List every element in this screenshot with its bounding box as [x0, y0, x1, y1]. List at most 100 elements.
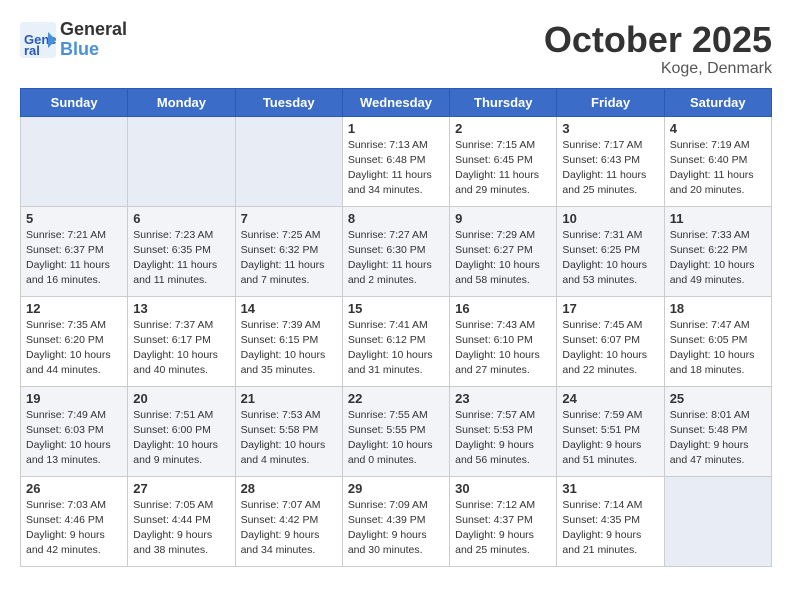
day-info: Sunrise: 7:39 AMSunset: 6:15 PMDaylight:…: [241, 318, 337, 379]
day-info: Sunrise: 7:23 AMSunset: 6:35 PMDaylight:…: [133, 228, 229, 289]
calendar-cell: 6 Sunrise: 7:23 AMSunset: 6:35 PMDaylight…: [128, 206, 235, 296]
calendar-body: 1 Sunrise: 7:13 AMSunset: 6:48 PMDaylight…: [21, 116, 772, 566]
calendar-cell: 28 Sunrise: 7:07 AMSunset: 4:42 PMDayligh…: [235, 476, 342, 566]
calendar-week-row: 26 Sunrise: 7:03 AMSunset: 4:46 PMDayligh…: [21, 476, 772, 566]
weekday-header: Saturday: [664, 88, 771, 116]
day-number: 6: [133, 211, 229, 226]
day-info: Sunrise: 7:29 AMSunset: 6:27 PMDaylight:…: [455, 228, 551, 289]
day-number: 31: [562, 481, 658, 496]
calendar-cell: 18 Sunrise: 7:47 AMSunset: 6:05 PMDayligh…: [664, 296, 771, 386]
day-number: 14: [241, 301, 337, 316]
calendar-cell: 3Sunrise: 7:17 AMSunset: 6:43 PMDaylight…: [557, 116, 664, 206]
calendar-cell: 22Sunrise: 7:55 AMSunset: 5:55 PMDayligh…: [342, 386, 449, 476]
calendar-table: SundayMondayTuesdayWednesdayThursdayFrid…: [20, 88, 772, 567]
calendar-subtitle: Koge, Denmark: [544, 60, 772, 78]
day-info: Sunrise: 7:13 AMSunset: 6:48 PMDaylight:…: [348, 138, 444, 199]
calendar-cell: 31 Sunrise: 7:14 AMSunset: 4:35 PMDayligh…: [557, 476, 664, 566]
logo-line2: Blue: [60, 40, 127, 60]
calendar-cell: 17Sunrise: 7:45 AMSunset: 6:07 PMDayligh…: [557, 296, 664, 386]
logo: Gene ral General Blue: [20, 20, 127, 60]
calendar-title: October 2025: [544, 20, 772, 60]
day-number: 1: [348, 121, 444, 136]
day-info: Sunrise: 7:19 AMSunset: 6:40 PMDaylight:…: [670, 138, 766, 199]
calendar-cell: 14 Sunrise: 7:39 AMSunset: 6:15 PMDayligh…: [235, 296, 342, 386]
calendar-cell: 7 Sunrise: 7:25 AMSunset: 6:32 PMDaylight…: [235, 206, 342, 296]
calendar-cell: [21, 116, 128, 206]
calendar-week-row: 5 Sunrise: 7:21 AMSunset: 6:37 PMDaylight…: [21, 206, 772, 296]
day-info: Sunrise: 7:35 AMSunset: 6:20 PMDaylight:…: [26, 318, 122, 379]
day-number: 18: [670, 301, 766, 316]
day-number: 8: [348, 211, 444, 226]
calendar-week-row: 1 Sunrise: 7:13 AMSunset: 6:48 PMDaylight…: [21, 116, 772, 206]
calendar-cell: 9 Sunrise: 7:29 AMSunset: 6:27 PMDaylight…: [450, 206, 557, 296]
day-info: Sunrise: 7:53 AMSunset: 5:58 PMDaylight:…: [241, 408, 337, 469]
day-number: 2: [455, 121, 551, 136]
calendar-cell: 24Sunrise: 7:59 AMSunset: 5:51 PMDayligh…: [557, 386, 664, 476]
calendar-week-row: 19Sunrise: 7:49 AMSunset: 6:03 PMDayligh…: [21, 386, 772, 476]
day-info: Sunrise: 7:55 AMSunset: 5:55 PMDaylight:…: [348, 408, 444, 469]
day-info: Sunrise: 7:33 AMSunset: 6:22 PMDaylight:…: [670, 228, 766, 289]
calendar-week-row: 12Sunrise: 7:35 AMSunset: 6:20 PMDayligh…: [21, 296, 772, 386]
day-info: Sunrise: 7:03 AMSunset: 4:46 PMDaylight:…: [26, 498, 122, 559]
day-info: Sunrise: 7:59 AMSunset: 5:51 PMDaylight:…: [562, 408, 658, 469]
day-info: Sunrise: 7:47 AMSunset: 6:05 PMDaylight:…: [670, 318, 766, 379]
day-number: 30: [455, 481, 551, 496]
calendar-cell: 19Sunrise: 7:49 AMSunset: 6:03 PMDayligh…: [21, 386, 128, 476]
weekday-header: Friday: [557, 88, 664, 116]
day-info: Sunrise: 7:25 AMSunset: 6:32 PMDaylight:…: [241, 228, 337, 289]
day-number: 19: [26, 391, 122, 406]
day-number: 29: [348, 481, 444, 496]
calendar-cell: 8Sunrise: 7:27 AMSunset: 6:30 PMDaylight…: [342, 206, 449, 296]
calendar-cell: 21Sunrise: 7:53 AMSunset: 5:58 PMDayligh…: [235, 386, 342, 476]
weekday-row: SundayMondayTuesdayWednesdayThursdayFrid…: [21, 88, 772, 116]
calendar-cell: 16 Sunrise: 7:43 AMSunset: 6:10 PMDayligh…: [450, 296, 557, 386]
day-number: 5: [26, 211, 122, 226]
calendar-cell: 30Sunrise: 7:12 AMSunset: 4:37 PMDayligh…: [450, 476, 557, 566]
calendar-cell: 27Sunrise: 7:05 AMSunset: 4:44 PMDayligh…: [128, 476, 235, 566]
calendar-cell: 11 Sunrise: 7:33 AMSunset: 6:22 PMDayligh…: [664, 206, 771, 296]
day-info: Sunrise: 7:21 AMSunset: 6:37 PMDaylight:…: [26, 228, 122, 289]
calendar-cell: 13 Sunrise: 7:37 AMSunset: 6:17 PMDayligh…: [128, 296, 235, 386]
day-number: 20: [133, 391, 229, 406]
calendar-header: SundayMondayTuesdayWednesdayThursdayFrid…: [21, 88, 772, 116]
calendar-cell: 15Sunrise: 7:41 AMSunset: 6:12 PMDayligh…: [342, 296, 449, 386]
calendar-cell: 26 Sunrise: 7:03 AMSunset: 4:46 PMDayligh…: [21, 476, 128, 566]
day-number: 11: [670, 211, 766, 226]
calendar-cell: 29Sunrise: 7:09 AMSunset: 4:39 PMDayligh…: [342, 476, 449, 566]
weekday-header: Thursday: [450, 88, 557, 116]
day-number: 4: [670, 121, 766, 136]
day-number: 3: [562, 121, 658, 136]
day-number: 28: [241, 481, 337, 496]
logo-text: General Blue: [60, 20, 127, 60]
calendar-cell: 10 Sunrise: 7:31 AMSunset: 6:25 PMDayligh…: [557, 206, 664, 296]
day-info: Sunrise: 7:41 AMSunset: 6:12 PMDaylight:…: [348, 318, 444, 379]
day-number: 13: [133, 301, 229, 316]
calendar-cell: [128, 116, 235, 206]
page: Gene ral General Blue October 2025 Koge,…: [0, 0, 792, 577]
day-info: Sunrise: 7:37 AMSunset: 6:17 PMDaylight:…: [133, 318, 229, 379]
calendar-cell: 23Sunrise: 7:57 AMSunset: 5:53 PMDayligh…: [450, 386, 557, 476]
day-number: 10: [562, 211, 658, 226]
calendar-cell: 20 Sunrise: 7:51 AMSunset: 6:00 PMDayligh…: [128, 386, 235, 476]
weekday-header: Sunday: [21, 88, 128, 116]
day-number: 26: [26, 481, 122, 496]
logo-line1: General: [60, 20, 127, 40]
day-info: Sunrise: 7:51 AMSunset: 6:00 PMDaylight:…: [133, 408, 229, 469]
day-number: 9: [455, 211, 551, 226]
header: Gene ral General Blue October 2025 Koge,…: [20, 20, 772, 78]
svg-text:ral: ral: [24, 43, 40, 58]
weekday-header: Wednesday: [342, 88, 449, 116]
logo-icon: Gene ral: [20, 22, 56, 58]
day-info: Sunrise: 7:15 AMSunset: 6:45 PMDaylight:…: [455, 138, 551, 199]
day-info: Sunrise: 7:07 AMSunset: 4:42 PMDaylight:…: [241, 498, 337, 559]
weekday-header: Monday: [128, 88, 235, 116]
day-info: Sunrise: 7:05 AMSunset: 4:44 PMDaylight:…: [133, 498, 229, 559]
title-block: October 2025 Koge, Denmark: [544, 20, 772, 78]
calendar-cell: 4 Sunrise: 7:19 AMSunset: 6:40 PMDaylight…: [664, 116, 771, 206]
day-info: Sunrise: 7:43 AMSunset: 6:10 PMDaylight:…: [455, 318, 551, 379]
day-info: Sunrise: 7:31 AMSunset: 6:25 PMDaylight:…: [562, 228, 658, 289]
calendar-cell: 12Sunrise: 7:35 AMSunset: 6:20 PMDayligh…: [21, 296, 128, 386]
day-info: Sunrise: 7:14 AMSunset: 4:35 PMDaylight:…: [562, 498, 658, 559]
day-number: 7: [241, 211, 337, 226]
day-number: 16: [455, 301, 551, 316]
